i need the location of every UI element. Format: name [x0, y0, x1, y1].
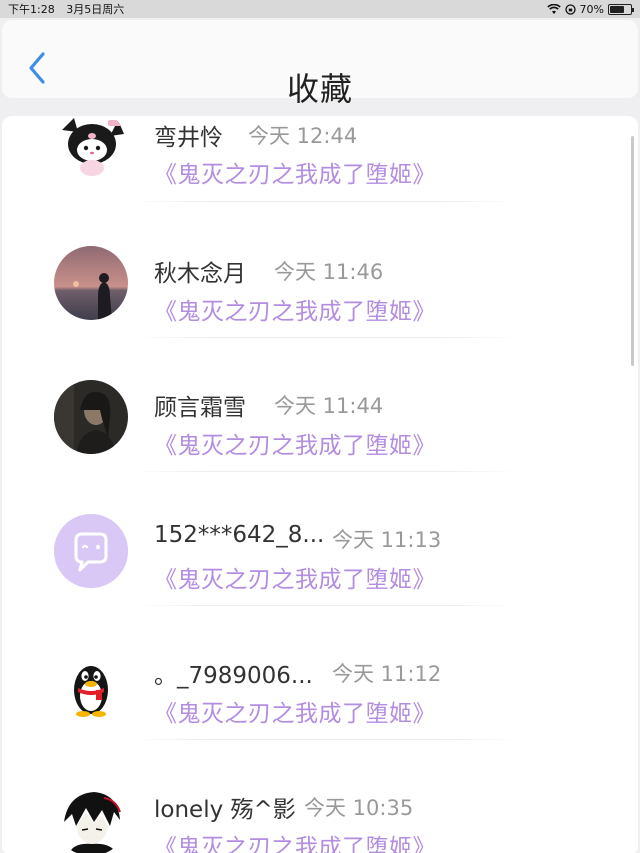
- timestamp: 今天 10:35: [304, 796, 414, 820]
- orientation-lock-icon: [564, 3, 576, 15]
- status-bar: 下午1:28 3月5日周六 70%: [0, 0, 640, 18]
- timestamp: 今天 12:44: [248, 124, 358, 148]
- wifi-icon: [546, 3, 561, 14]
- battery-percent: 70%: [579, 2, 604, 16]
- list-item[interactable]: lonely 殇^影 今天 10:35 《鬼灭之刃之我成了堕姬》: [2, 740, 638, 853]
- list-item[interactable]: 秋木念月 今天 11:46 《鬼灭之刃之我成了堕姬》: [2, 204, 638, 338]
- portrait-avatar[interactable]: [54, 380, 128, 454]
- list-item[interactable]: 152***642_8... 今天 11:13 《鬼灭之刃之我成了堕姬》: [2, 472, 638, 606]
- list-item[interactable]: 。_7989006... 今天 11:12 《鬼灭之刃之我成了堕姬》: [2, 606, 638, 740]
- status-right: 70%: [546, 2, 634, 16]
- page-title: 收藏: [286, 70, 353, 108]
- divider: [132, 201, 518, 202]
- scrollbar[interactable]: [631, 136, 634, 366]
- anime-character-avatar[interactable]: [54, 782, 128, 853]
- user-name: 。_7989006...: [154, 663, 313, 689]
- user-name: 弯井怜: [154, 125, 223, 151]
- default-chat-avatar[interactable]: [54, 514, 128, 588]
- book-title[interactable]: 《鬼灭之刃之我成了堕姬》: [154, 694, 436, 728]
- status-left: 下午1:28 3月5日周六: [8, 1, 132, 17]
- nav-bar: 收藏: [2, 20, 638, 108]
- timestamp: 今天 11:13: [332, 528, 442, 552]
- list-item[interactable]: 弯井怜 今天 12:44 《鬼灭之刃之我成了堕姬》: [2, 116, 638, 204]
- user-name: 顾言霜雪: [154, 395, 246, 421]
- battery-icon: [608, 3, 634, 15]
- timestamp: 今天 11:12: [332, 662, 442, 686]
- book-title[interactable]: 《鬼灭之刃之我成了堕姬》: [154, 828, 436, 853]
- user-name: lonely 殇^影: [154, 797, 296, 823]
- battery-fill: [610, 5, 624, 13]
- qq-penguin-avatar[interactable]: [54, 648, 128, 722]
- status-date: 3月5日周六: [66, 3, 125, 16]
- user-name: 152***642_8...: [154, 522, 325, 548]
- book-title[interactable]: 《鬼灭之刃之我成了堕姬》: [154, 155, 436, 189]
- user-name: 秋木念月: [154, 261, 246, 287]
- kuromi-avatar[interactable]: [54, 116, 128, 184]
- favorites-list[interactable]: 弯井怜 今天 12:44 《鬼灭之刃之我成了堕姬》 秋木念月 今天 11:46 …: [2, 116, 638, 853]
- sunset-silhouette-avatar[interactable]: [54, 246, 128, 320]
- book-title[interactable]: 《鬼灭之刃之我成了堕姬》: [154, 426, 436, 460]
- list-item[interactable]: 顾言霜雪 今天 11:44 《鬼灭之刃之我成了堕姬》: [2, 338, 638, 472]
- status-time: 下午1:28: [8, 3, 55, 16]
- book-title[interactable]: 《鬼灭之刃之我成了堕姬》: [154, 292, 436, 326]
- book-title[interactable]: 《鬼灭之刃之我成了堕姬》: [154, 560, 436, 594]
- timestamp: 今天 11:46: [274, 260, 384, 284]
- timestamp: 今天 11:44: [274, 394, 384, 418]
